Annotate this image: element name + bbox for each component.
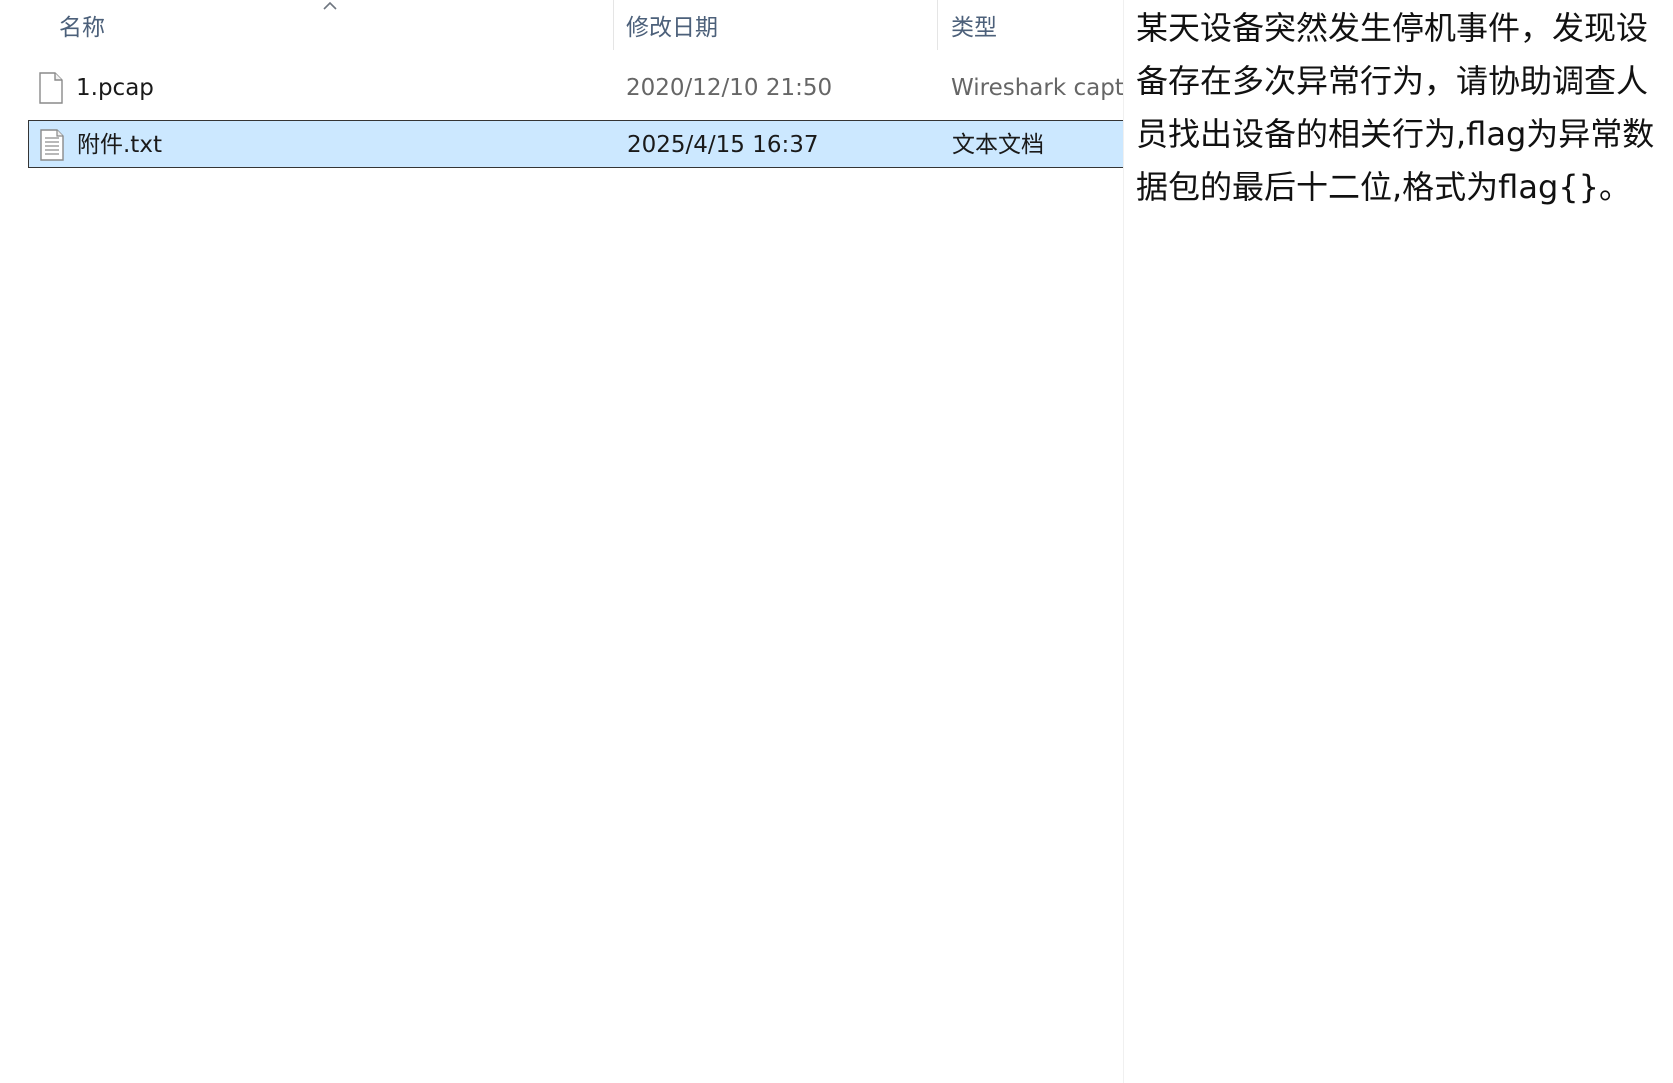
column-header-name[interactable]: 名称 (59, 0, 611, 50)
file-date-modified: 2020/12/10 21:50 (626, 75, 833, 101)
column-header-name-label: 名称 (59, 15, 105, 41)
column-header-date-label: 修改日期 (626, 15, 718, 41)
column-header: 名称 修改日期 类型 (0, 0, 1123, 50)
file-row-selected[interactable]: 附件.txt 2025/4/15 16:37 文本文档 (28, 120, 1123, 168)
explorer-window: 名称 修改日期 类型 1.pcap 2020/12/10 21:50 Wires… (0, 0, 1673, 1083)
column-header-date-modified[interactable]: 修改日期 (626, 0, 936, 50)
preview-text-content[interactable]: 某天设备突然发生停机事件，发现设备存在多次异常行为，请协助调查人员找出设备的相关… (1136, 2, 1666, 214)
file-type: 文本文档 (952, 132, 1044, 158)
file-name: 附件.txt (77, 132, 162, 158)
text-file-icon (40, 129, 64, 161)
column-divider[interactable] (613, 0, 614, 50)
blank-file-icon (39, 72, 63, 104)
column-divider[interactable] (937, 0, 938, 50)
file-type: Wireshark capt (951, 75, 1123, 101)
file-list-pane: 名称 修改日期 类型 1.pcap 2020/12/10 21:50 Wires… (0, 0, 1123, 1083)
file-row[interactable]: 1.pcap 2020/12/10 21:50 Wireshark capt (28, 64, 1123, 112)
column-header-type-label: 类型 (951, 15, 997, 41)
file-name: 1.pcap (76, 75, 154, 101)
column-header-type[interactable]: 类型 (951, 0, 1123, 50)
file-date-modified: 2025/4/15 16:37 (627, 132, 819, 158)
preview-pane: 某天设备突然发生停机事件，发现设备存在多次异常行为，请协助调查人员找出设备的相关… (1124, 0, 1673, 1083)
